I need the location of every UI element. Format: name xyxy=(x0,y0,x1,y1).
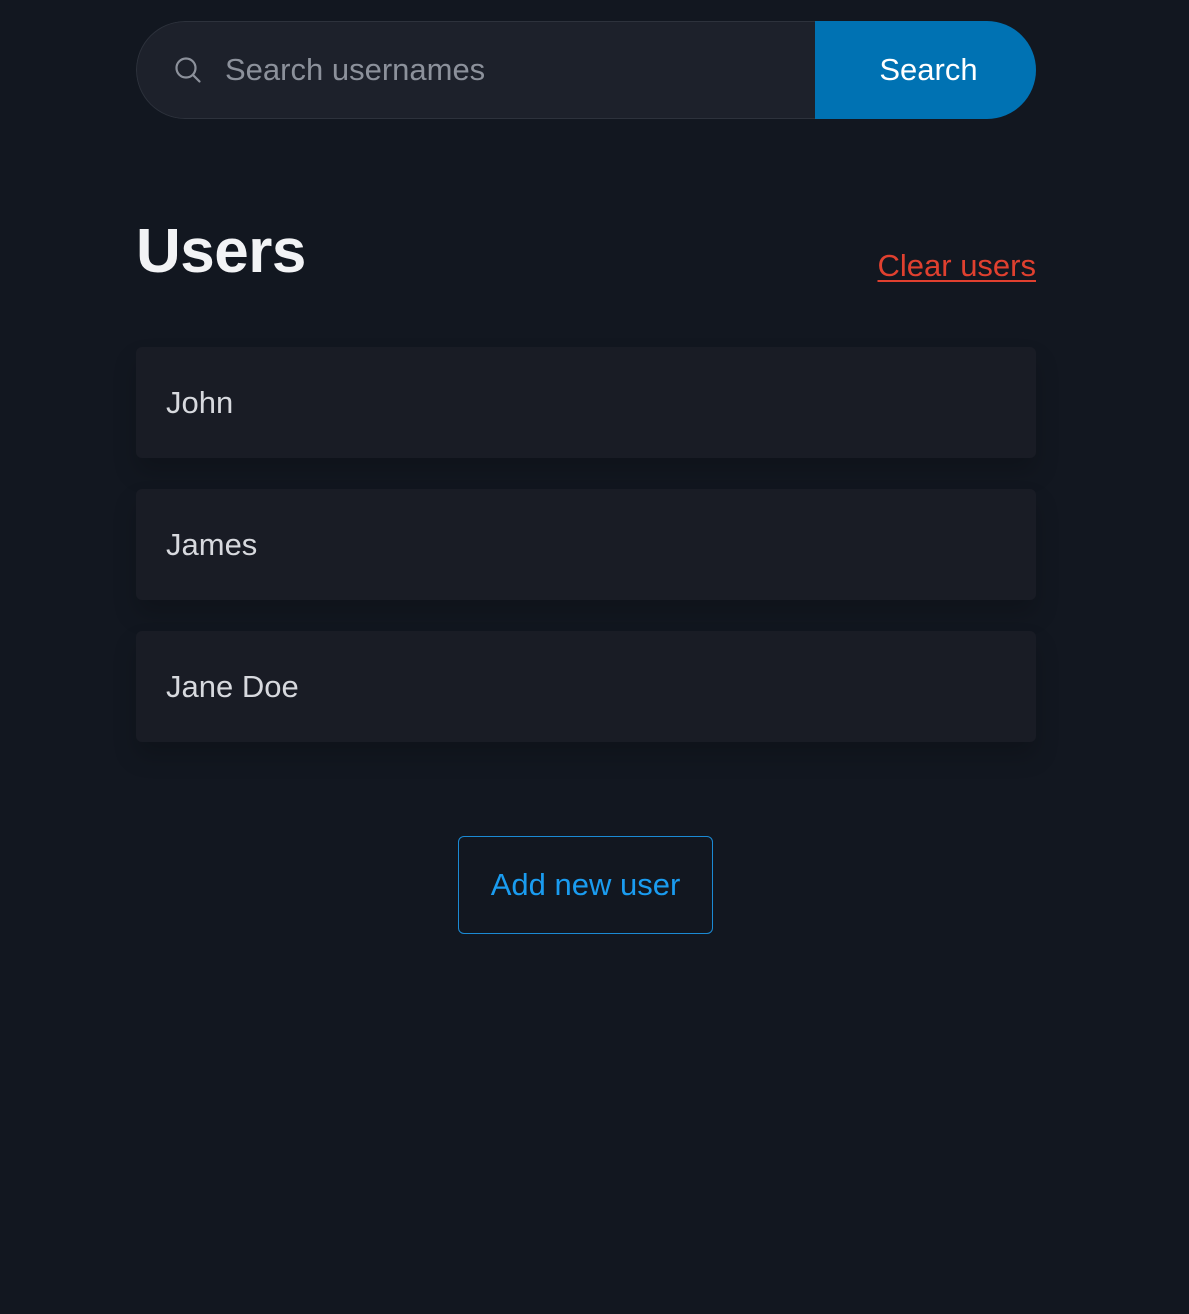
page-title: Users xyxy=(136,217,306,286)
user-list: John James Jane Doe xyxy=(136,347,1036,773)
user-name: James xyxy=(166,526,258,562)
clear-users-link[interactable]: Clear users xyxy=(878,246,1037,286)
user-name: John xyxy=(166,384,234,420)
list-item[interactable]: Jane Doe xyxy=(136,631,1036,742)
search-icon xyxy=(173,55,203,85)
list-item[interactable]: James xyxy=(136,489,1036,600)
search-button[interactable]: Search xyxy=(815,21,1036,119)
user-name: Jane Doe xyxy=(166,668,299,704)
search-bar: Search xyxy=(136,21,1036,119)
add-user-button[interactable]: Add new user xyxy=(458,836,713,934)
search-field[interactable] xyxy=(136,21,815,119)
search-input[interactable] xyxy=(225,40,815,100)
list-item[interactable]: John xyxy=(136,347,1036,458)
